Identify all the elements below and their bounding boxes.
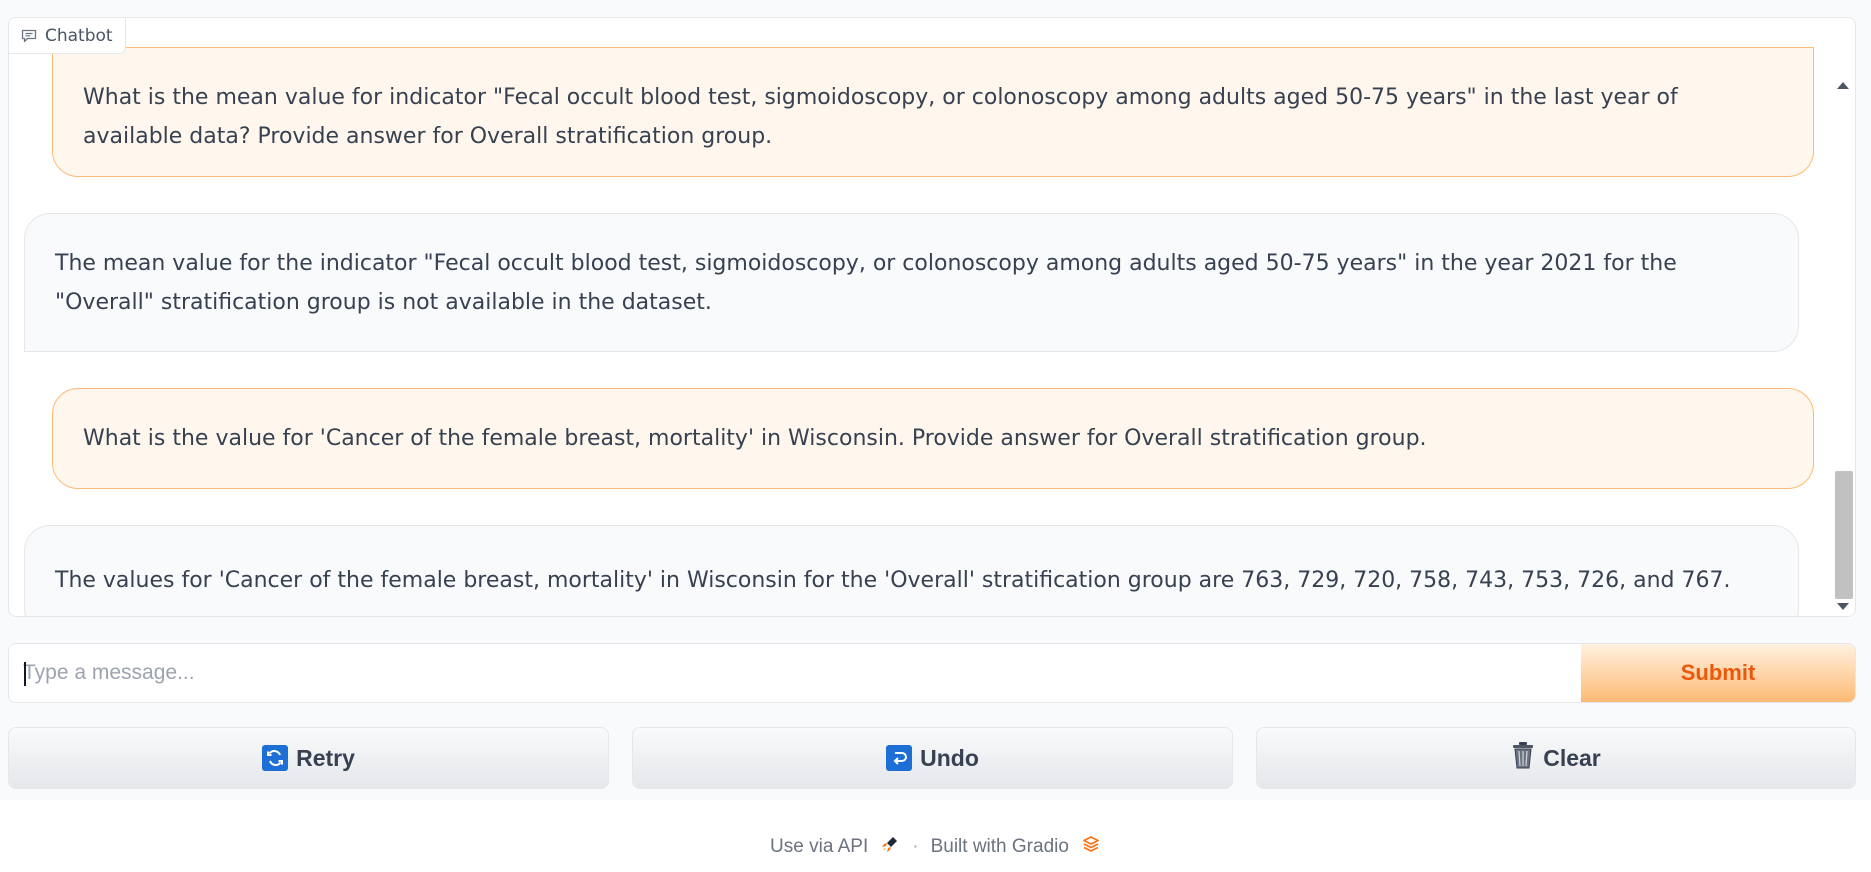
message-list: What is the mean value for indicator "Fe…	[9, 18, 1831, 616]
user-message: What is the mean value for indicator "Fe…	[52, 47, 1814, 177]
scroll-down-arrow-icon[interactable]	[1837, 603, 1849, 610]
retry-label: Retry	[296, 744, 355, 771]
clear-button[interactable]: Clear	[1256, 727, 1856, 789]
refresh-icon	[262, 745, 289, 771]
scrollbar-thumb[interactable]	[1835, 471, 1853, 599]
footer-separator: ·	[912, 836, 919, 857]
message-input[interactable]	[9, 644, 1583, 702]
retry-button[interactable]: Retry	[8, 727, 609, 789]
scroll-up-arrow-icon[interactable]	[1837, 82, 1849, 89]
chat-scrollbar[interactable]	[1831, 54, 1855, 616]
trash-icon	[1511, 741, 1535, 775]
text-caret	[24, 662, 26, 686]
message-text: The mean value for the indicator "Fecal …	[55, 250, 1677, 315]
clear-label: Clear	[1543, 744, 1601, 771]
undo-button[interactable]: Undo	[632, 727, 1233, 789]
message-text: What is the value for 'Cancer of the fem…	[83, 426, 1427, 451]
message-text: What is the mean value for indicator "Fe…	[83, 85, 1678, 149]
use-via-api-link[interactable]: Use via API	[770, 836, 868, 858]
chatbot-panel: Chatbot What is the mean value for indic…	[8, 17, 1856, 617]
built-with-gradio-link[interactable]: Built with Gradio	[931, 836, 1069, 858]
gradio-logo-icon	[1081, 834, 1101, 860]
message-input-row: Submit	[8, 643, 1856, 703]
bot-message: The values for 'Cancer of the female bre…	[24, 525, 1799, 616]
return-arrow-icon	[886, 745, 913, 771]
rocket-icon	[880, 834, 900, 860]
chatbot-label-text: Chatbot	[45, 25, 113, 46]
message-text: The values for 'Cancer of the female bre…	[55, 567, 1731, 593]
chatbot-label: Chatbot	[9, 18, 126, 54]
chat-bubble-icon	[21, 29, 37, 43]
undo-label: Undo	[920, 744, 979, 771]
bot-message: The mean value for the indicator "Fecal …	[24, 213, 1799, 352]
footer: Use via API · Built with Gradio	[0, 834, 1871, 860]
submit-button[interactable]: Submit	[1581, 644, 1855, 702]
user-message: What is the value for 'Cancer of the fem…	[52, 388, 1814, 489]
